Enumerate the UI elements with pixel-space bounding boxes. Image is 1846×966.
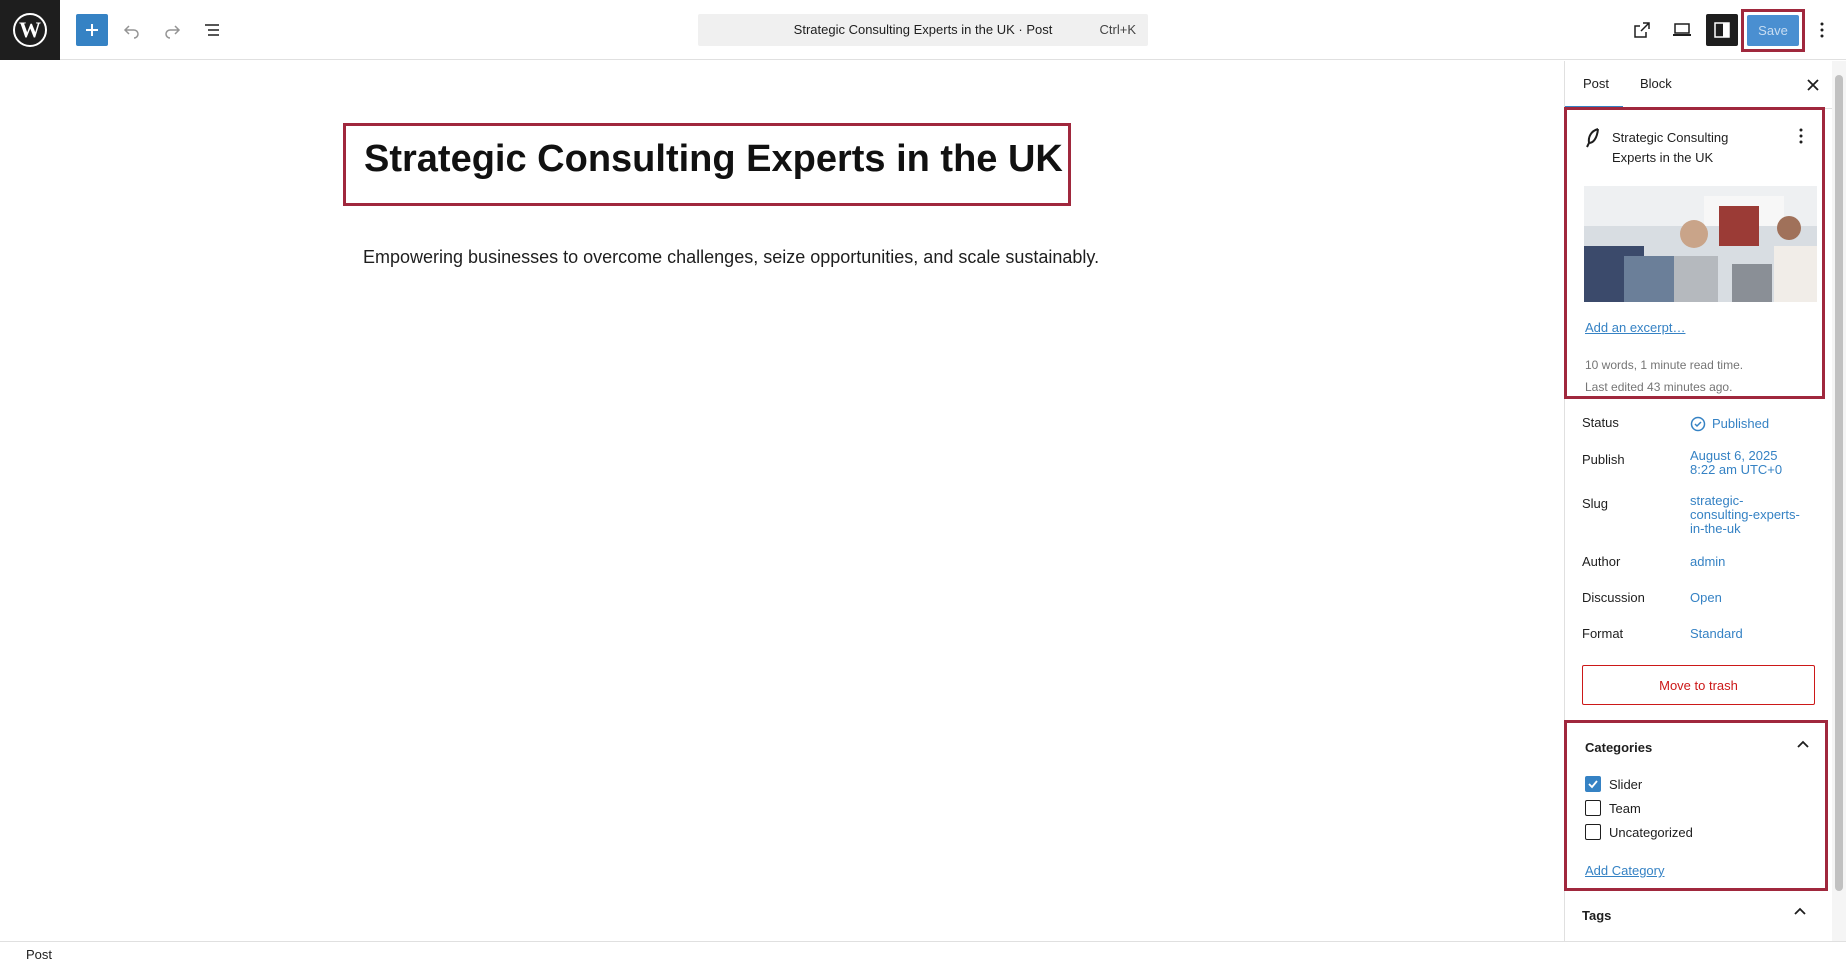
- external-link-icon: [1634, 22, 1650, 38]
- discussion-label: Discussion: [1582, 590, 1645, 605]
- post-actions-button[interactable]: [1799, 128, 1803, 149]
- categories-panel: Categories Slider Team Uncategorized Add…: [1564, 720, 1828, 891]
- category-item-uncategorized[interactable]: Uncategorized: [1585, 824, 1693, 840]
- command-palette-bar[interactable]: Strategic Consulting Experts in the UK ·…: [698, 14, 1148, 46]
- author-value[interactable]: admin: [1690, 555, 1725, 569]
- category-item-team[interactable]: Team: [1585, 800, 1641, 816]
- tags-heading[interactable]: Tags: [1582, 908, 1611, 923]
- status-text: Published: [1712, 416, 1770, 431]
- author-label: Author: [1582, 554, 1621, 569]
- category-item-slider[interactable]: Slider: [1585, 776, 1642, 792]
- save-button[interactable]: Save: [1747, 15, 1799, 46]
- category-label: Slider: [1609, 776, 1643, 792]
- save-highlight: Save: [1741, 9, 1805, 52]
- status-value[interactable]: Published: [1690, 416, 1769, 432]
- add-excerpt-link[interactable]: Add an excerpt…: [1585, 320, 1685, 335]
- post-meta-info: 10 words, 1 minute read time. Last edite…: [1585, 354, 1743, 398]
- editor-footer: Post: [0, 941, 1846, 966]
- publish-label: Publish: [1582, 452, 1625, 467]
- slug-label: Slug: [1582, 496, 1609, 511]
- more-vertical-icon: [1820, 22, 1824, 38]
- add-block-button[interactable]: [76, 14, 108, 46]
- close-sidebar-button[interactable]: [1801, 73, 1825, 97]
- format-label: Format: [1582, 626, 1624, 641]
- chevron-up-icon[interactable]: [1792, 904, 1808, 920]
- view-post-button[interactable]: [1626, 14, 1658, 46]
- redo-icon: [165, 25, 181, 39]
- category-checkbox[interactable]: [1585, 776, 1601, 792]
- undo-button[interactable]: [116, 14, 148, 46]
- chevron-up-icon[interactable]: [1795, 737, 1811, 753]
- post-title-block[interactable]: Strategic Consulting Experts in the UK: [343, 123, 1071, 206]
- move-to-trash-button[interactable]: Move to trash: [1582, 665, 1815, 705]
- post-feather-icon: [1586, 128, 1599, 148]
- publish-date-value[interactable]: August 6, 2025 8:22 am UTC+0: [1690, 449, 1782, 477]
- post-title[interactable]: Strategic Consulting Experts in the UK: [364, 138, 1063, 181]
- shortcut-hint: Ctrl+K: [1099, 22, 1136, 37]
- editor-canvas[interactable]: Strategic Consulting Experts in the UK E…: [0, 61, 1564, 941]
- category-checkbox[interactable]: [1585, 800, 1601, 816]
- status-label: Status: [1582, 415, 1619, 430]
- undo-icon: [123, 25, 139, 39]
- checkmark-icon: [1588, 780, 1598, 789]
- desktop-icon: [1673, 23, 1691, 36]
- categories-heading[interactable]: Categories: [1585, 740, 1652, 755]
- tab-post[interactable]: Post: [1583, 76, 1609, 91]
- featured-image-photo: [1584, 186, 1817, 302]
- plus-icon: [86, 24, 98, 36]
- word-count: 10 words, 1 minute read time.: [1585, 358, 1744, 372]
- slug-value[interactable]: strategic- consulting-experts- in-the-uk: [1690, 494, 1800, 536]
- wordpress-logo-icon[interactable]: W: [0, 0, 60, 60]
- sidebar-scrollbar[interactable]: [1832, 61, 1846, 941]
- close-icon: [1807, 79, 1819, 91]
- settings-sidebar-toggle[interactable]: [1706, 14, 1738, 46]
- category-checkbox[interactable]: [1585, 824, 1601, 840]
- breadcrumb[interactable]: Post: [26, 947, 52, 962]
- editor-header: W Strategic Consulting Experts in the UK…: [0, 0, 1846, 60]
- paragraph-block[interactable]: Empowering businesses to overcome challe…: [363, 247, 1099, 268]
- svg-text:W: W: [19, 17, 41, 42]
- category-label: Uncategorized: [1609, 824, 1693, 840]
- list-view-icon: [205, 24, 219, 36]
- summary-post-title: Strategic Consulting Experts in the UK: [1612, 130, 1729, 165]
- options-button[interactable]: [1806, 14, 1838, 46]
- document-title: Strategic Consulting Experts in the UK ·…: [793, 22, 1053, 37]
- sidebar-tabs: Post Block: [1565, 61, 1846, 109]
- document-overview-button[interactable]: [196, 14, 228, 46]
- published-check-icon: [1690, 416, 1706, 432]
- post-summary-panel: Strategic Consulting Experts in the UK A…: [1564, 107, 1825, 399]
- sidebar-icon: [1714, 22, 1730, 38]
- add-category-link[interactable]: Add Category: [1585, 863, 1665, 878]
- device-preview-button[interactable]: [1666, 14, 1698, 46]
- category-label: Team: [1609, 800, 1641, 816]
- featured-image[interactable]: [1584, 186, 1817, 302]
- last-edited: Last edited 43 minutes ago.: [1585, 380, 1733, 394]
- format-value[interactable]: Standard: [1690, 627, 1743, 641]
- scrollbar-thumb[interactable]: [1835, 75, 1843, 891]
- more-vertical-icon: [1799, 128, 1803, 144]
- discussion-value[interactable]: Open: [1690, 591, 1722, 605]
- tab-block[interactable]: Block: [1640, 76, 1672, 91]
- redo-button[interactable]: [156, 14, 188, 46]
